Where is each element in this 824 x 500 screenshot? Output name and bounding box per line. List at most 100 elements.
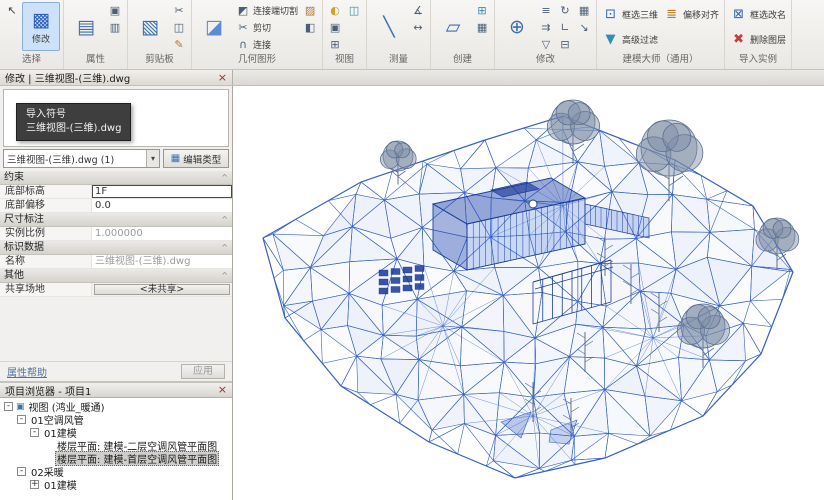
cut-icon: ✂ [172,4,186,17]
property-row: 共享场地<未共享> [0,283,232,297]
tool-create-assembly[interactable]: ▦ [473,19,491,35]
section-label: 其他 [4,269,24,282]
property-value[interactable]: 0.0 [92,199,232,212]
tool-paste[interactable]: ▧ [131,2,169,51]
tool-delete-layer[interactable]: ✖删除图层 [728,27,788,51]
main-area: 导入符号 三维视图-(三维).dwg 三维视图-(三维).dwg (1) ▾ ▦… [0,86,824,500]
tool-cope[interactable]: ◪ [195,2,233,51]
tool-cut-geometry[interactable]: ✂剪切 [234,19,300,35]
tool-move[interactable]: ⊕ [498,2,536,51]
join-geometry-icon: ∩ [236,38,250,51]
match-type-icon: ✎ [172,38,186,51]
project-browser-title: 项目浏览器 - 项目1 [5,383,91,398]
offset-icon: ⇉ [539,21,553,34]
tool-view-hidden[interactable]: ▣ [326,19,344,35]
tool-properties[interactable]: ▤ [67,2,105,51]
tool-angle-dim[interactable]: ∡ [409,2,427,18]
shared-site-button[interactable]: <未共享> [94,284,230,295]
tree-item[interactable]: +01建模 [0,478,232,491]
collapse-icon[interactable]: - [17,415,26,424]
apply-button[interactable]: 应用 [181,364,225,379]
properties-help-link[interactable]: 属性帮助 [7,364,47,379]
offset-align-icon: ≣ [663,7,680,22]
tool-scale[interactable]: ↘ [575,19,593,35]
tree-item[interactable]: -01空调风管 [0,413,232,426]
join-end-cut-label: 连接端切割 [253,4,298,17]
tool-box-select-rename[interactable]: ⊠框选改名 [728,2,788,26]
edit-type-label: 编辑类型 [183,152,221,166]
edit-type-button[interactable]: ▦ 编辑类型 [163,149,229,168]
tree-item[interactable]: -02采暖 [0,465,232,478]
copy-clip-icon: ◫ [172,21,186,34]
ribbon-panel-properties: ▤▣▥属性 [64,0,128,69]
tool-measure[interactable]: ╲ [370,2,408,51]
tool-advanced-filter[interactable]: ▼高级过滤 [600,27,660,51]
tool-cut[interactable]: ✂ [170,2,188,18]
section-约束[interactable]: 约束^ [0,171,232,185]
collapse-icon[interactable]: ^ [221,171,232,184]
section-其他[interactable]: 其他 ^ [0,269,232,283]
ribbon-panel-geometry: ◪◩连接端切割✂剪切∩连接▨◧几何图形 [192,0,323,69]
tool-offset[interactable]: ⇉ [537,19,555,35]
tool-split[interactable]: ⊟ [556,36,574,52]
tool-other-props[interactable]: ▥ [106,19,124,35]
collapse-icon[interactable]: - [4,402,13,411]
property-row: 底部偏移0.0 [0,199,232,213]
expand-icon[interactable]: + [30,480,39,489]
tool-paint[interactable]: ▨ [301,2,319,18]
tool-view-frame[interactable]: ◫ [345,2,363,18]
type-preview[interactable]: 导入符号 三维视图-(三维).dwg [3,89,229,147]
measure-icon: ╲ [383,16,394,38]
tool-create-similar[interactable]: ⊞ [473,2,491,18]
panel-label-import: 导入实例 [728,53,788,67]
tool-box-select-3d[interactable]: ⊡框选三维 [600,2,660,26]
3d-view[interactable] [233,86,824,500]
create-similar-icon: ⊞ [475,4,489,17]
view-section-icon: ⊞ [328,38,342,51]
section-尺寸标注[interactable]: 尺寸标注^ [0,213,232,227]
chevron-down-icon[interactable]: ▾ [146,150,159,167]
ribbon-panel-view: ◐▣⊞◫视图 [323,0,367,69]
panel-label-create: 创建 [434,53,491,67]
type-selector-dropdown[interactable]: 三维视图-(三维).dwg (1) ▾ [3,149,160,168]
tool-mirror[interactable]: ▽ [537,36,555,52]
join-geometry-label: 连接 [253,38,271,51]
collapse-icon[interactable]: ^ [221,269,232,282]
tool-modify[interactable]: ▩修改 [22,2,60,51]
properties-icon: ▤ [77,16,95,38]
tool-copy-clip[interactable]: ◫ [170,19,188,35]
tool-align[interactable]: ≡ [537,2,555,18]
section-标识数据[interactable]: 标识数据 ^ [0,241,232,255]
tool-view-section[interactable]: ⊞ [326,36,344,52]
tool-join-end-cut[interactable]: ◩连接端切割 [234,2,300,18]
ribbon: ↖▩修改选择▤▣▥属性▧✂◫✎剪贴板◪◩连接端切割✂剪切∩连接▨◧几何图形◐▣⊞… [0,0,824,70]
terrain-mesh[interactable] [263,116,793,478]
tool-demolish[interactable]: ◧ [301,19,319,35]
aligned-dim-icon: ↔ [411,21,425,34]
tool-join-geometry[interactable]: ∩连接 [234,36,300,52]
array-icon: ▦ [577,4,591,17]
tool-aligned-dim[interactable]: ↔ [409,19,427,35]
tool-array[interactable]: ▦ [575,2,593,18]
close-properties-button[interactable]: × [218,73,227,83]
ribbon-panel-modify: ⊕≡⇉▽↻∟⊟▦↘修改 [495,0,597,69]
collapse-icon[interactable]: ^ [221,213,232,226]
collapse-icon[interactable]: - [17,467,26,476]
tooltip-type-name: 三维视图-(三维).dwg [26,122,121,136]
tool-select-cursor[interactable]: ↖ [3,2,21,18]
tool-offset-align[interactable]: ≣偏移对齐 [661,2,721,26]
collapse-icon[interactable]: ^ [221,241,232,254]
section-label: 标识数据 [4,241,44,254]
tool-view-light[interactable]: ◐ [326,2,344,18]
property-value[interactable]: 1F [92,185,232,198]
tool-rotate[interactable]: ↻ [556,2,574,18]
type-tooltip: 导入符号 三维视图-(三维).dwg [16,103,131,141]
tool-family-types[interactable]: ▣ [106,2,124,18]
box-select-3d-icon: ⊡ [602,7,619,22]
cut-geometry-label: 剪切 [253,21,271,34]
tool-create-group[interactable]: ▱ [434,2,472,51]
tool-match-type[interactable]: ✎ [170,36,188,52]
collapse-icon[interactable]: - [30,428,39,437]
close-browser-button[interactable]: × [218,385,227,395]
tool-trim[interactable]: ∟ [556,19,574,35]
